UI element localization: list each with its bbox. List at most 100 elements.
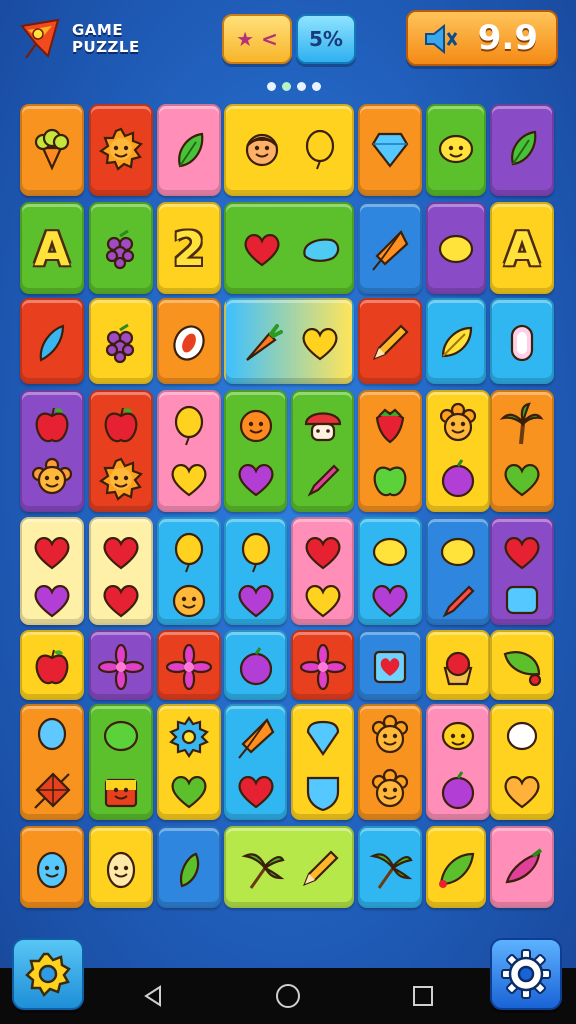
tile-grapes[interactable] <box>89 202 153 294</box>
tile-leaf[interactable] <box>426 826 486 908</box>
tile-double-tile[interactable] <box>20 390 84 512</box>
tile-double-tile[interactable] <box>426 704 490 820</box>
page-dot <box>267 82 276 91</box>
face-lemon-icon <box>435 714 481 764</box>
tile-gem[interactable] <box>358 104 422 196</box>
tile-number-2[interactable]: 2 <box>157 202 221 294</box>
tile-double-tile[interactable] <box>89 390 153 512</box>
kite-logo-icon <box>20 18 60 59</box>
gear-icon <box>166 714 212 764</box>
apple-icon <box>29 644 75 694</box>
face-yellow-icon <box>166 577 212 627</box>
tile-double-tile[interactable] <box>224 390 287 512</box>
kite-icon <box>367 226 413 276</box>
stars-button[interactable]: ★ < <box>222 14 292 64</box>
tile-flower[interactable] <box>89 630 153 700</box>
tile-double-tile[interactable] <box>224 704 287 820</box>
heart-shield-icon <box>300 768 346 818</box>
face-flower-icon <box>367 768 413 818</box>
tile-double-tile[interactable] <box>426 517 490 625</box>
apple-icon <box>98 402 144 452</box>
tile-double-tile[interactable] <box>358 517 422 625</box>
tile-double-tile[interactable] <box>490 704 554 820</box>
tile-broccoli[interactable] <box>20 104 84 196</box>
hint-button[interactable] <box>12 938 84 1010</box>
tile-face-lemon-pair[interactable] <box>224 104 354 196</box>
tile-palm[interactable] <box>358 826 422 908</box>
kite-red-icon <box>29 768 75 818</box>
tile-pencil[interactable] <box>358 298 422 384</box>
tile-carrot-heart-pair[interactable] <box>224 298 354 384</box>
recents-icon[interactable] <box>410 983 436 1009</box>
balloon-icon <box>297 126 343 176</box>
tile-double-tile[interactable] <box>490 517 554 625</box>
tile-double-tile[interactable] <box>291 704 354 820</box>
heart-icon <box>300 529 346 579</box>
tile-capsule[interactable] <box>490 298 554 384</box>
tile-double-tile[interactable] <box>224 517 287 625</box>
tile-plum[interactable] <box>224 630 287 700</box>
tile-letter-a[interactable]: A <box>20 202 84 294</box>
home-icon[interactable] <box>274 982 302 1010</box>
tile-double-tile[interactable] <box>426 390 490 512</box>
tile-palm-pencil-pair[interactable] <box>224 826 354 908</box>
lemon-icon <box>433 226 479 276</box>
score-panel[interactable]: 9.9 <box>406 10 558 66</box>
tile-leaf[interactable] <box>490 104 554 196</box>
tile-lemon-face[interactable] <box>426 104 486 196</box>
tile-double-tile[interactable] <box>89 704 153 820</box>
heart-box-icon <box>367 644 413 694</box>
tile-leaf[interactable] <box>157 104 221 196</box>
tile-letter-a[interactable]: A <box>490 202 554 294</box>
tile-double-tile[interactable] <box>490 390 554 512</box>
tile-blue-face[interactable] <box>20 826 84 908</box>
tile-double-tile[interactable] <box>157 704 221 820</box>
logo-text-line1: GAME <box>72 21 124 39</box>
tile-double-tile[interactable] <box>358 704 422 820</box>
tile-grapes[interactable] <box>89 298 153 384</box>
tile-double-tile[interactable] <box>157 517 221 625</box>
tile-sun-face[interactable] <box>89 104 153 196</box>
heart-purple-icon <box>233 456 279 506</box>
percent-badge[interactable]: 5% <box>296 14 356 64</box>
tile-leaf-berry[interactable] <box>490 630 554 700</box>
tile-lemon[interactable] <box>426 202 486 294</box>
bubble-icon <box>98 714 144 764</box>
tile-double-tile[interactable] <box>20 517 84 625</box>
tile-beet[interactable] <box>490 826 554 908</box>
sound-icon[interactable] <box>422 24 458 54</box>
tile-kite[interactable] <box>358 202 422 294</box>
system-navigation-bar <box>86 968 490 1024</box>
tile-double-tile[interactable] <box>291 517 354 625</box>
settings-button[interactable] <box>490 938 562 1010</box>
tile-double-tile[interactable] <box>20 704 84 820</box>
balloon-white-icon <box>499 714 545 764</box>
leaf-icon <box>166 128 212 178</box>
tile-leaf[interactable] <box>426 298 486 384</box>
tile-heart-box[interactable] <box>358 630 422 700</box>
tile-feather[interactable] <box>20 298 84 384</box>
heart-icon <box>98 577 144 627</box>
back-icon[interactable] <box>140 983 166 1009</box>
tile-heart-drop-pair[interactable] <box>224 202 354 294</box>
heart-icon <box>233 768 279 818</box>
tile-double-tile[interactable] <box>358 390 422 512</box>
tile-double-tile[interactable] <box>89 517 153 625</box>
sun-face-icon <box>98 126 144 176</box>
flower-icon <box>165 643 213 694</box>
tile-flower[interactable] <box>157 630 221 700</box>
tile-apple[interactable] <box>20 630 84 700</box>
tile-double-tile[interactable] <box>291 390 354 512</box>
tile-egg[interactable] <box>89 826 153 908</box>
pencil-icon <box>297 846 343 896</box>
heart-icon <box>29 529 75 579</box>
grapes-icon <box>98 226 144 276</box>
tile-double-tile[interactable] <box>157 390 221 512</box>
pencil-icon <box>367 320 413 370</box>
tile-leaf[interactable] <box>157 826 221 908</box>
game-logo: GAME PUZZLE <box>18 12 158 66</box>
tile-cupcake[interactable] <box>426 630 490 700</box>
broccoli-icon <box>29 126 75 176</box>
tile-flower[interactable] <box>291 630 354 700</box>
tile-ring[interactable] <box>157 298 221 384</box>
